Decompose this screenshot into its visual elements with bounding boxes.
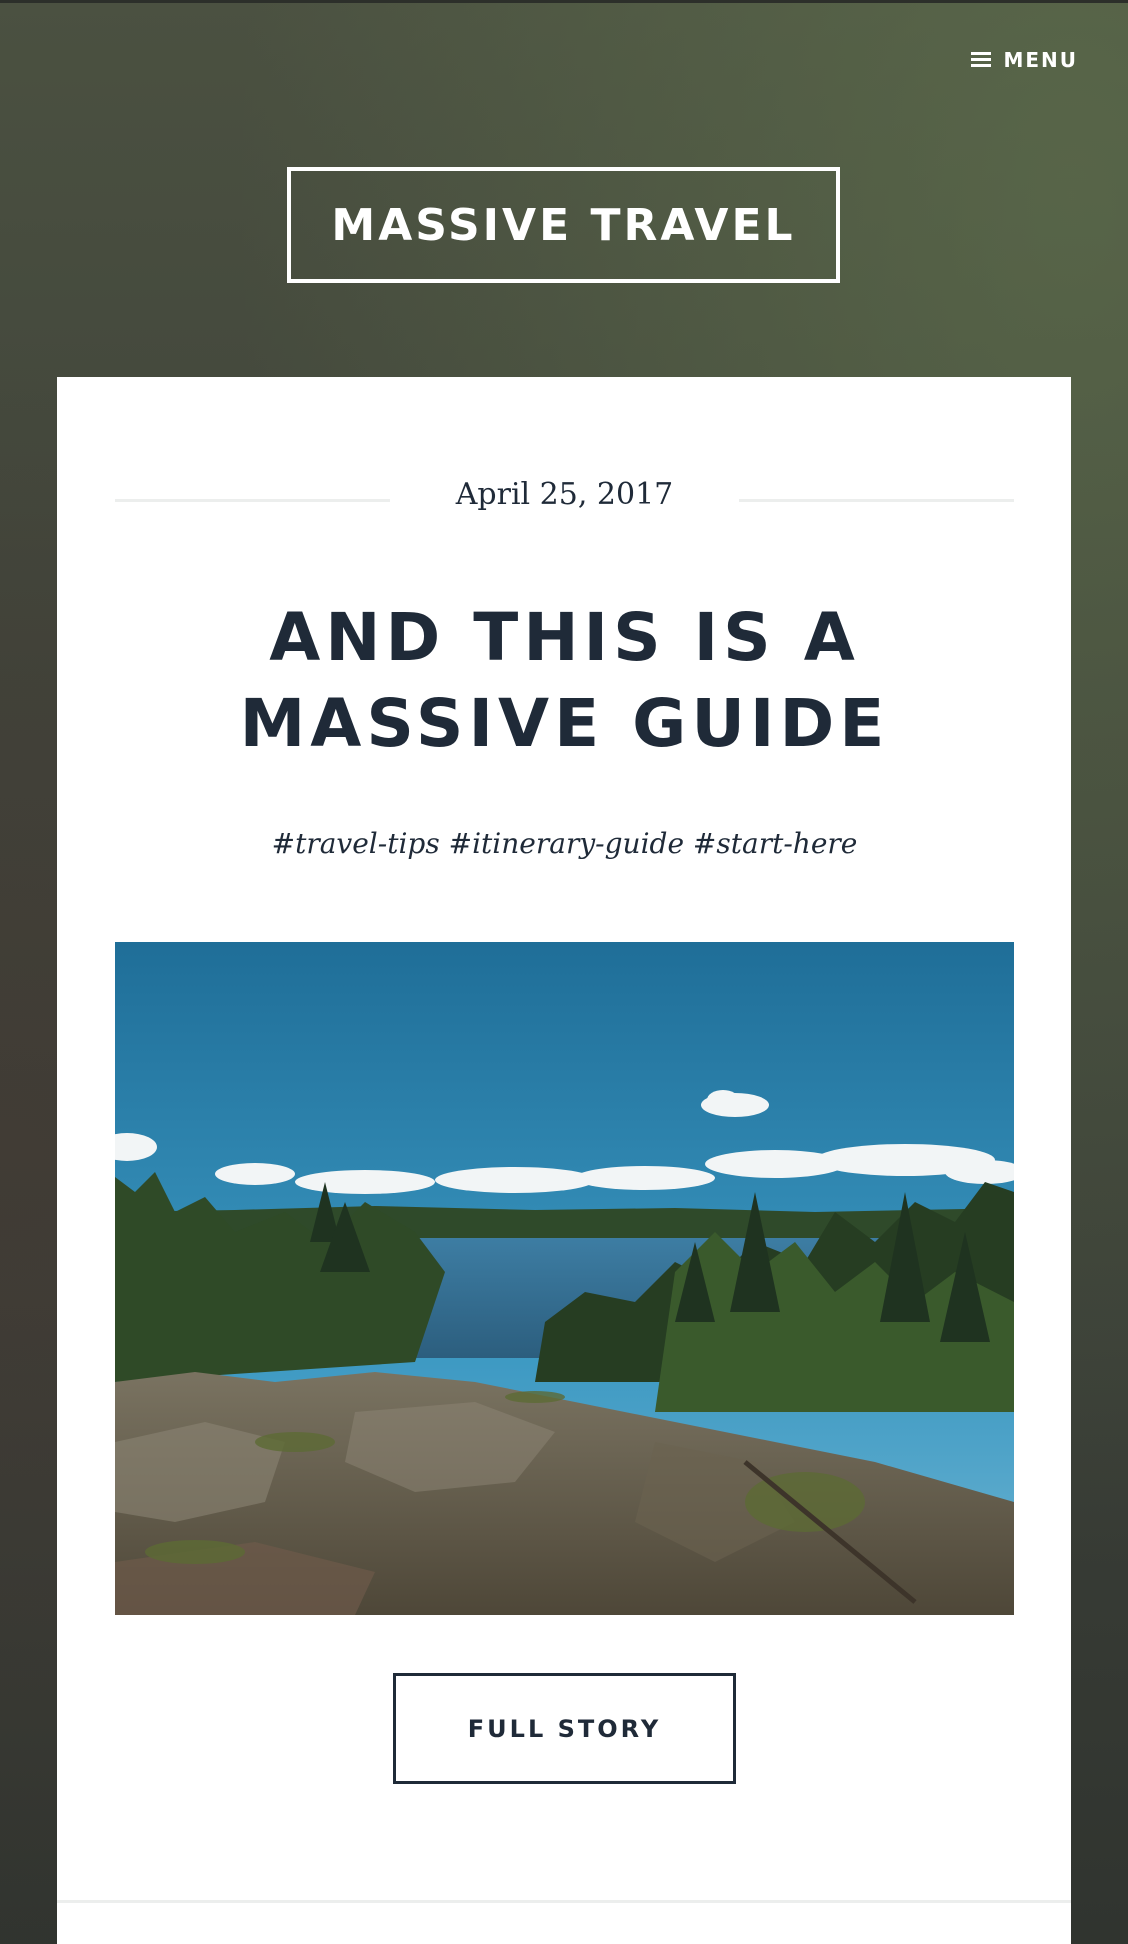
date-divider-right (739, 499, 1014, 502)
tag-link[interactable]: #itinerary-guide (449, 827, 684, 860)
lake-landscape-photo (115, 942, 1014, 1615)
tag-link[interactable]: #travel-tips (272, 827, 440, 860)
site-title[interactable]: MASSIVE TRAVEL (287, 167, 840, 283)
featured-image[interactable] (115, 942, 1014, 1615)
post-date: April 25, 2017 (455, 477, 674, 512)
menu-button[interactable]: MENU (971, 48, 1078, 72)
top-edge (0, 0, 1128, 3)
tag-link[interactable]: #start-here (693, 827, 857, 860)
post-card: April 25, 2017 AND THIS IS A MASSIVE GUI… (57, 377, 1071, 1944)
post-tags: #travel-tips #itinerary-guide #start-her… (115, 827, 1014, 860)
full-story-button[interactable]: FULL STORY (393, 1673, 736, 1784)
hamburger-icon (971, 52, 992, 68)
post-date-row: April 25, 2017 (115, 477, 1014, 517)
post-title[interactable]: AND THIS IS A MASSIVE GUIDE (115, 595, 1014, 767)
post-divider (57, 1900, 1071, 1903)
menu-label: MENU (1003, 48, 1078, 72)
